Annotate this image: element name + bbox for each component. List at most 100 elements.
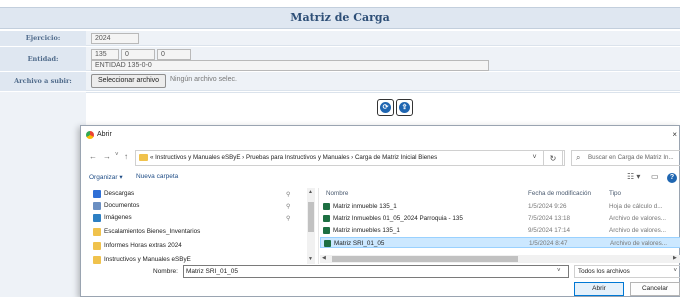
entidad-label: Entidad: (0, 47, 86, 71)
open-button[interactable]: Abrir (574, 282, 624, 296)
file-name: Matriz SRI_01_05 (334, 240, 385, 247)
preview-pane-icon[interactable]: ▭ (651, 172, 659, 181)
folder-icon (93, 256, 101, 264)
folder-icon (93, 228, 101, 236)
help-icon[interactable]: ? (667, 173, 677, 183)
entidad-name-field: ENTIDAD 135-0-0 (91, 60, 489, 71)
column-header-name[interactable]: Nombre (326, 188, 348, 199)
filename-input[interactable]: Matriz SRI_01_05 (183, 265, 569, 278)
pin-icon: ⚲ (286, 204, 291, 210)
upload-icon[interactable]: ⇪ (396, 99, 413, 116)
tree-scrollbar[interactable]: ▲ ▼ (307, 188, 315, 264)
download-icon (93, 190, 101, 198)
view-menu-icon[interactable]: ☷ ▾ (627, 172, 640, 181)
filename-dropdown-icon[interactable]: ˅ (557, 265, 561, 278)
file-date: 1/5/2024 8:47 (529, 240, 568, 247)
csv-file-icon (323, 227, 330, 234)
breadcrumb: « Instructivos y Manuales eSByE › Prueba… (150, 154, 438, 161)
up-icon[interactable]: ↑ (124, 152, 128, 161)
refresh-location-icon[interactable]: ↻ (543, 150, 563, 166)
tree-item-instructivos[interactable]: Instructivos y Manuales eSByE (91, 254, 191, 264)
open-file-dialog: Abrir × ← → ˅ ↑ « Instructivos y Manuale… (80, 125, 680, 297)
scroll-up-icon[interactable]: ▲ (308, 189, 313, 195)
document-icon (93, 202, 101, 210)
entidad-code-1[interactable]: 135 (91, 49, 119, 60)
scrollbar-thumb[interactable] (332, 256, 518, 262)
tree-item-label: Documentos (104, 202, 140, 209)
image-icon (93, 214, 101, 222)
tree-item-documentos[interactable]: Documentos (91, 200, 139, 212)
scroll-down-icon[interactable]: ▼ (308, 256, 313, 262)
file-type: Archivo de valores... (610, 240, 668, 247)
csv-file-icon (323, 215, 330, 222)
csv-file-icon (324, 240, 331, 247)
search-icon: ⌕ (576, 153, 581, 162)
folder-icon (93, 242, 101, 250)
tree-item-escalamientos[interactable]: Escalamientos Bienes_Inventarios (91, 226, 200, 238)
scroll-right-icon[interactable]: ▶ (673, 255, 677, 261)
select-file-button[interactable]: Seleccionar archivo (91, 74, 166, 88)
tree-item-label: Instructivos y Manuales eSByE (104, 256, 191, 263)
address-chevron-icon[interactable]: ˅ (527, 150, 542, 166)
pin-icon: ⚲ (286, 216, 291, 222)
search-input[interactable]: ⌕ Buscar en Carga de Matriz In... (571, 150, 680, 166)
form-title: Matriz de Carga (0, 7, 680, 29)
refresh-icon[interactable]: ⟳ (377, 99, 394, 116)
forward-icon[interactable]: → (103, 152, 111, 161)
no-file-text: Ningún archivo selec. (170, 76, 237, 83)
ejercicio-field[interactable]: 2024 (91, 33, 139, 44)
search-placeholder: Buscar en Carga de Matriz In... (588, 154, 674, 161)
recent-locations-icon[interactable]: ˅ (115, 152, 119, 158)
ejercicio-label: Ejercicio: (0, 31, 86, 46)
file-row-selected[interactable]: Matriz SRI_01_05 1/5/2024 8:47 Archivo d… (320, 237, 680, 248)
cancel-button[interactable]: Cancelar (630, 282, 680, 296)
file-date: 7/5/2024 13:18 (528, 215, 571, 222)
folder-icon (139, 154, 148, 161)
navigation-bar: ← → ˅ ↑ « Instructivos y Manuales eSByE … (81, 146, 680, 170)
archivo-label: Archivo a subir: (0, 72, 86, 91)
file-date: 9/5/2024 17:14 (528, 227, 571, 234)
filetype-value: Todos los archivos (578, 268, 630, 275)
file-list-scrollbar[interactable]: ◀ ▶ (320, 255, 680, 263)
pin-icon: ⚲ (286, 192, 291, 198)
close-icon[interactable]: × (672, 126, 677, 144)
organize-button[interactable]: Organizar ▾ (89, 173, 123, 181)
entidad-code-2[interactable]: 0 (121, 49, 155, 60)
file-type: Hoja de cálculo d... (609, 203, 663, 210)
file-type: Archivo de valores... (609, 227, 667, 234)
column-header-date[interactable]: Fecha de modificación (528, 188, 591, 199)
back-icon[interactable]: ← (89, 152, 97, 161)
file-row[interactable]: Matriz Inmuebles 01_05_2024 Parroquia - … (320, 213, 680, 224)
tree-item-label: Imágenes (104, 214, 132, 221)
chevron-down-icon: ˅ (673, 268, 677, 274)
dialog-toolbar: Organizar ▾ Nueva carpeta ☷ ▾ ▭ ? (81, 170, 679, 186)
filetype-select[interactable]: Todos los archivos ˅ (574, 265, 680, 278)
tree-item-informes[interactable]: Informes Horas extras 2024 (91, 240, 182, 252)
file-date: 1/5/2024 9:26 (528, 203, 567, 210)
file-list: Nombre ^ Fecha de modificación Tipo Matr… (320, 188, 680, 264)
new-folder-button[interactable]: Nueva carpeta (136, 173, 178, 180)
address-bar[interactable]: « Instructivos y Manuales eSByE › Prueba… (135, 150, 565, 166)
scrollbar-thumb[interactable] (308, 202, 314, 232)
file-row[interactable]: Matriz inmuebles 135_1 9/5/2024 17:14 Ar… (320, 225, 680, 236)
ejercicio-row (86, 31, 680, 46)
tree-item-label: Escalamientos Bienes_Inventarios (104, 228, 201, 235)
sort-ascending-icon: ^ (440, 188, 443, 190)
file-name: Matriz inmuebles 135_1 (333, 227, 400, 234)
dialog-title: Abrir (97, 131, 112, 138)
navigation-pane: Descargas ⚲ Documentos ⚲ Imágenes ⚲ Esca… (81, 188, 319, 264)
file-name: Matriz inmueble 135_1 (333, 203, 397, 210)
tree-item-label: Descargas (104, 190, 135, 197)
tree-item-imagenes[interactable]: Imágenes (91, 212, 132, 224)
entidad-code-3[interactable]: 0 (157, 49, 191, 60)
excel-file-icon (323, 203, 330, 210)
tree-item-label: Informes Horas extras 2024 (104, 242, 182, 249)
filename-label: Nombre: (153, 268, 178, 275)
file-name: Matriz Inmuebles 01_05_2024 Parroquia - … (333, 215, 463, 222)
file-type: Archivo de valores... (609, 215, 667, 222)
scroll-left-icon[interactable]: ◀ (322, 255, 326, 261)
column-header-type[interactable]: Tipo (609, 188, 621, 199)
file-row[interactable]: Matriz inmueble 135_1 1/5/2024 9:26 Hoja… (320, 201, 680, 212)
tree-item-descargas[interactable]: Descargas (91, 188, 134, 200)
form-left-rail (0, 92, 86, 297)
